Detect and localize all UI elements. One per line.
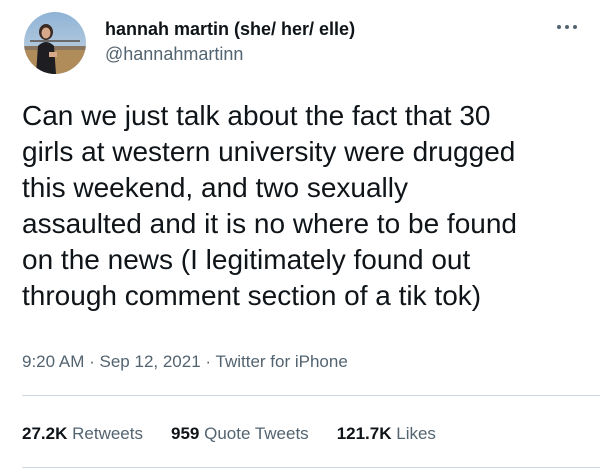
meta-separator: · [205,352,212,371]
engagement-stats: 27.2K Retweets 959 Quote Tweets 121.7K L… [22,423,436,445]
tweet-text: Can we just talk about the fact that 30 … [22,100,518,311]
quote-tweets-count: 959 [170,424,200,443]
tweet-card: hannah martin (she/ her/ elle) @hannahma… [0,0,600,472]
avatar-image [24,12,86,74]
divider [22,467,600,468]
tweet-time[interactable]: 9:20 AM [22,352,84,371]
meta-separator: · [89,352,95,371]
tweet-source[interactable]: Twitter for iPhone [216,352,348,371]
likes-label: Likes [396,424,436,443]
likes-stat[interactable]: 121.7K Likes [337,423,436,445]
more-horizontal-icon[interactable] [556,20,578,34]
quote-tweets-label: Quote Tweets [204,424,309,443]
retweets-label: Retweets [72,424,143,443]
avatar[interactable] [24,12,86,74]
quote-tweets-stat[interactable]: 959 Quote Tweets [171,423,309,445]
tweet-meta: 9:20 AM · Sep 12, 2021 · Twitter for iPh… [22,351,348,373]
tweet-date[interactable]: Sep 12, 2021 [100,352,201,371]
likes-count: 121.7K [336,424,392,443]
author-display-name[interactable]: hannah martin (she/ her/ elle) [105,18,355,40]
divider [22,395,600,396]
retweets-stat[interactable]: 27.2K Retweets [22,423,143,445]
author-handle[interactable]: @hannahmartinn [105,43,355,65]
user-info: hannah martin (she/ her/ elle) @hannahma… [105,18,355,65]
retweets-count: 27.2K [22,424,68,443]
